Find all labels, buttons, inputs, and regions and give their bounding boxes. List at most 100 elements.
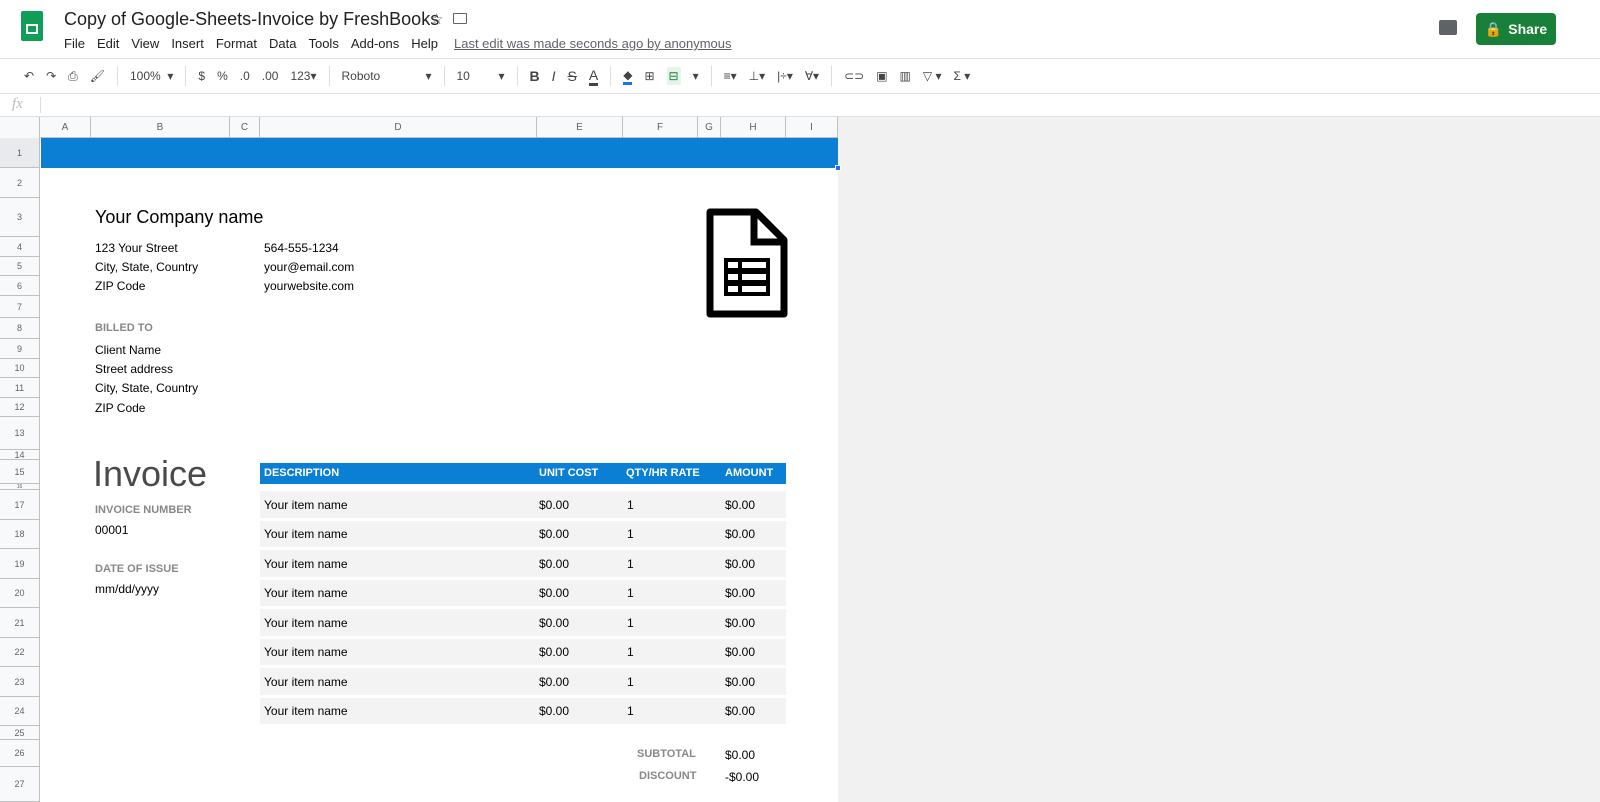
header-band[interactable] [41, 138, 838, 168]
company-email[interactable]: your@email.com [264, 260, 354, 274]
row-header-19[interactable]: 19 [0, 549, 40, 579]
vertical-align-icon[interactable]: ⊥▾ [749, 69, 765, 83]
more-formats-button[interactable]: 123 ▾ [290, 69, 316, 83]
menu-insert[interactable]: Insert [171, 36, 204, 51]
item-amount[interactable]: $0.00 [725, 527, 755, 541]
percent-button[interactable]: % [217, 69, 228, 83]
menu-help[interactable]: Help [411, 36, 438, 51]
row-header-4[interactable]: 4 [0, 237, 40, 257]
item-unit-cost[interactable]: $0.00 [539, 557, 569, 571]
item-unit-cost[interactable]: $0.00 [539, 704, 569, 718]
undo-icon[interactable]: ↶ [24, 69, 34, 83]
borders-icon[interactable]: ⊞ [644, 69, 654, 83]
row-header-2[interactable]: 2 [0, 168, 40, 198]
company-city[interactable]: City, State, Country [95, 260, 198, 274]
item-qty[interactable]: 1 [627, 675, 634, 689]
company-website[interactable]: yourwebsite.com [264, 279, 354, 293]
item-description[interactable]: Your item name [264, 704, 348, 718]
item-amount[interactable]: $0.00 [725, 704, 755, 718]
row-header-14[interactable]: 14 [0, 450, 40, 460]
merge-dropdown-icon[interactable]: ▾ [693, 69, 699, 83]
comments-icon[interactable] [1439, 20, 1457, 35]
row-header-24[interactable]: 24 [0, 697, 40, 726]
functions-icon[interactable]: Σ ▾ [953, 69, 970, 83]
column-header-g[interactable]: G [698, 117, 721, 138]
row-header-12[interactable]: 12 [0, 398, 40, 417]
row-header-1[interactable]: 1 [0, 138, 40, 168]
item-unit-cost[interactable]: $0.00 [539, 616, 569, 630]
column-header-c[interactable]: C [230, 117, 260, 138]
star-icon[interactable]: ☆ [430, 10, 443, 28]
paint-format-icon[interactable]: 🖌 [90, 69, 105, 83]
insert-comment-icon[interactable]: ▣ [876, 69, 887, 83]
column-header-d[interactable]: D [260, 117, 537, 138]
item-qty[interactable]: 1 [627, 704, 634, 718]
share-button[interactable]: 🔒 Share [1476, 13, 1556, 45]
column-header-h[interactable]: H [721, 117, 786, 138]
item-description[interactable]: Your item name [264, 498, 348, 512]
italic-button[interactable]: I [552, 68, 556, 84]
row-header-8[interactable]: 8 [0, 318, 40, 339]
item-unit-cost[interactable]: $0.00 [539, 498, 569, 512]
menu-data[interactable]: Data [269, 36, 296, 51]
text-wrap-icon[interactable]: |÷▾ [777, 69, 793, 83]
row-header-22[interactable]: 22 [0, 638, 40, 667]
redo-icon[interactable]: ↷ [46, 69, 56, 83]
document-title[interactable]: Copy of Google-Sheets-Invoice by FreshBo… [64, 9, 439, 30]
insert-chart-icon[interactable]: ▥ [900, 69, 911, 83]
column-header-f[interactable]: F [623, 117, 698, 138]
menu-format[interactable]: Format [216, 36, 257, 51]
row-header-13[interactable]: 13 [0, 417, 40, 450]
column-header-a[interactable]: A [40, 117, 91, 138]
sheets-logo[interactable] [21, 11, 43, 41]
currency-button[interactable]: $ [198, 69, 205, 83]
item-qty[interactable]: 1 [627, 498, 634, 512]
zoom-select[interactable]: 100% ▾ [130, 69, 173, 83]
text-color-button[interactable]: A [588, 67, 599, 86]
company-name[interactable]: Your Company name [95, 207, 263, 228]
select-all-corner[interactable] [0, 117, 40, 138]
item-description[interactable]: Your item name [264, 527, 348, 541]
item-description[interactable]: Your item name [264, 557, 348, 571]
company-phone[interactable]: 564-555-1234 [264, 241, 339, 255]
item-qty[interactable]: 1 [627, 586, 634, 600]
row-header-18[interactable]: 18 [0, 520, 40, 549]
item-amount[interactable]: $0.00 [725, 675, 755, 689]
row-header-10[interactable]: 10 [0, 359, 40, 378]
merge-cells-icon[interactable]: ⊟ [666, 67, 681, 85]
strikethrough-button[interactable]: S [568, 68, 577, 84]
row-header-21[interactable]: 21 [0, 608, 40, 638]
date-of-issue[interactable]: mm/dd/yyyy [95, 582, 159, 596]
text-rotation-icon[interactable]: ∀▾ [805, 69, 819, 83]
row-header-6[interactable]: 6 [0, 276, 40, 296]
item-qty[interactable]: 1 [627, 557, 634, 571]
move-folder-icon[interactable] [453, 13, 467, 24]
item-amount[interactable]: $0.00 [725, 557, 755, 571]
menu-addons[interactable]: Add-ons [351, 36, 399, 51]
row-header-26[interactable]: 26 [0, 740, 40, 767]
item-unit-cost[interactable]: $0.00 [539, 675, 569, 689]
insert-link-icon[interactable]: ⊂⊃ [844, 69, 864, 83]
row-header-7[interactable]: 7 [0, 296, 40, 318]
menu-view[interactable]: View [131, 36, 159, 51]
column-header-i[interactable]: I [786, 117, 838, 138]
subtotal-value[interactable]: $0.00 [725, 748, 755, 762]
row-header-3[interactable]: 3 [0, 198, 40, 237]
row-header-20[interactable]: 20 [0, 579, 40, 608]
row-header-15[interactable]: 15 [0, 460, 40, 484]
bold-button[interactable]: B [530, 68, 540, 84]
row-header-27[interactable]: 27 [0, 767, 40, 802]
menu-file[interactable]: File [64, 36, 85, 51]
item-unit-cost[interactable]: $0.00 [539, 645, 569, 659]
row-header-9[interactable]: 9 [0, 339, 40, 359]
client-street[interactable]: Street address [95, 362, 173, 376]
company-zip[interactable]: ZIP Code [95, 279, 145, 293]
item-amount[interactable]: $0.00 [725, 498, 755, 512]
client-name[interactable]: Client Name [95, 343, 161, 357]
invoice-title[interactable]: Invoice [93, 453, 207, 495]
discount-value[interactable]: -$0.00 [725, 770, 759, 784]
menu-edit[interactable]: Edit [97, 36, 119, 51]
item-description[interactable]: Your item name [264, 616, 348, 630]
item-qty[interactable]: 1 [627, 616, 634, 630]
row-header-5[interactable]: 5 [0, 257, 40, 276]
